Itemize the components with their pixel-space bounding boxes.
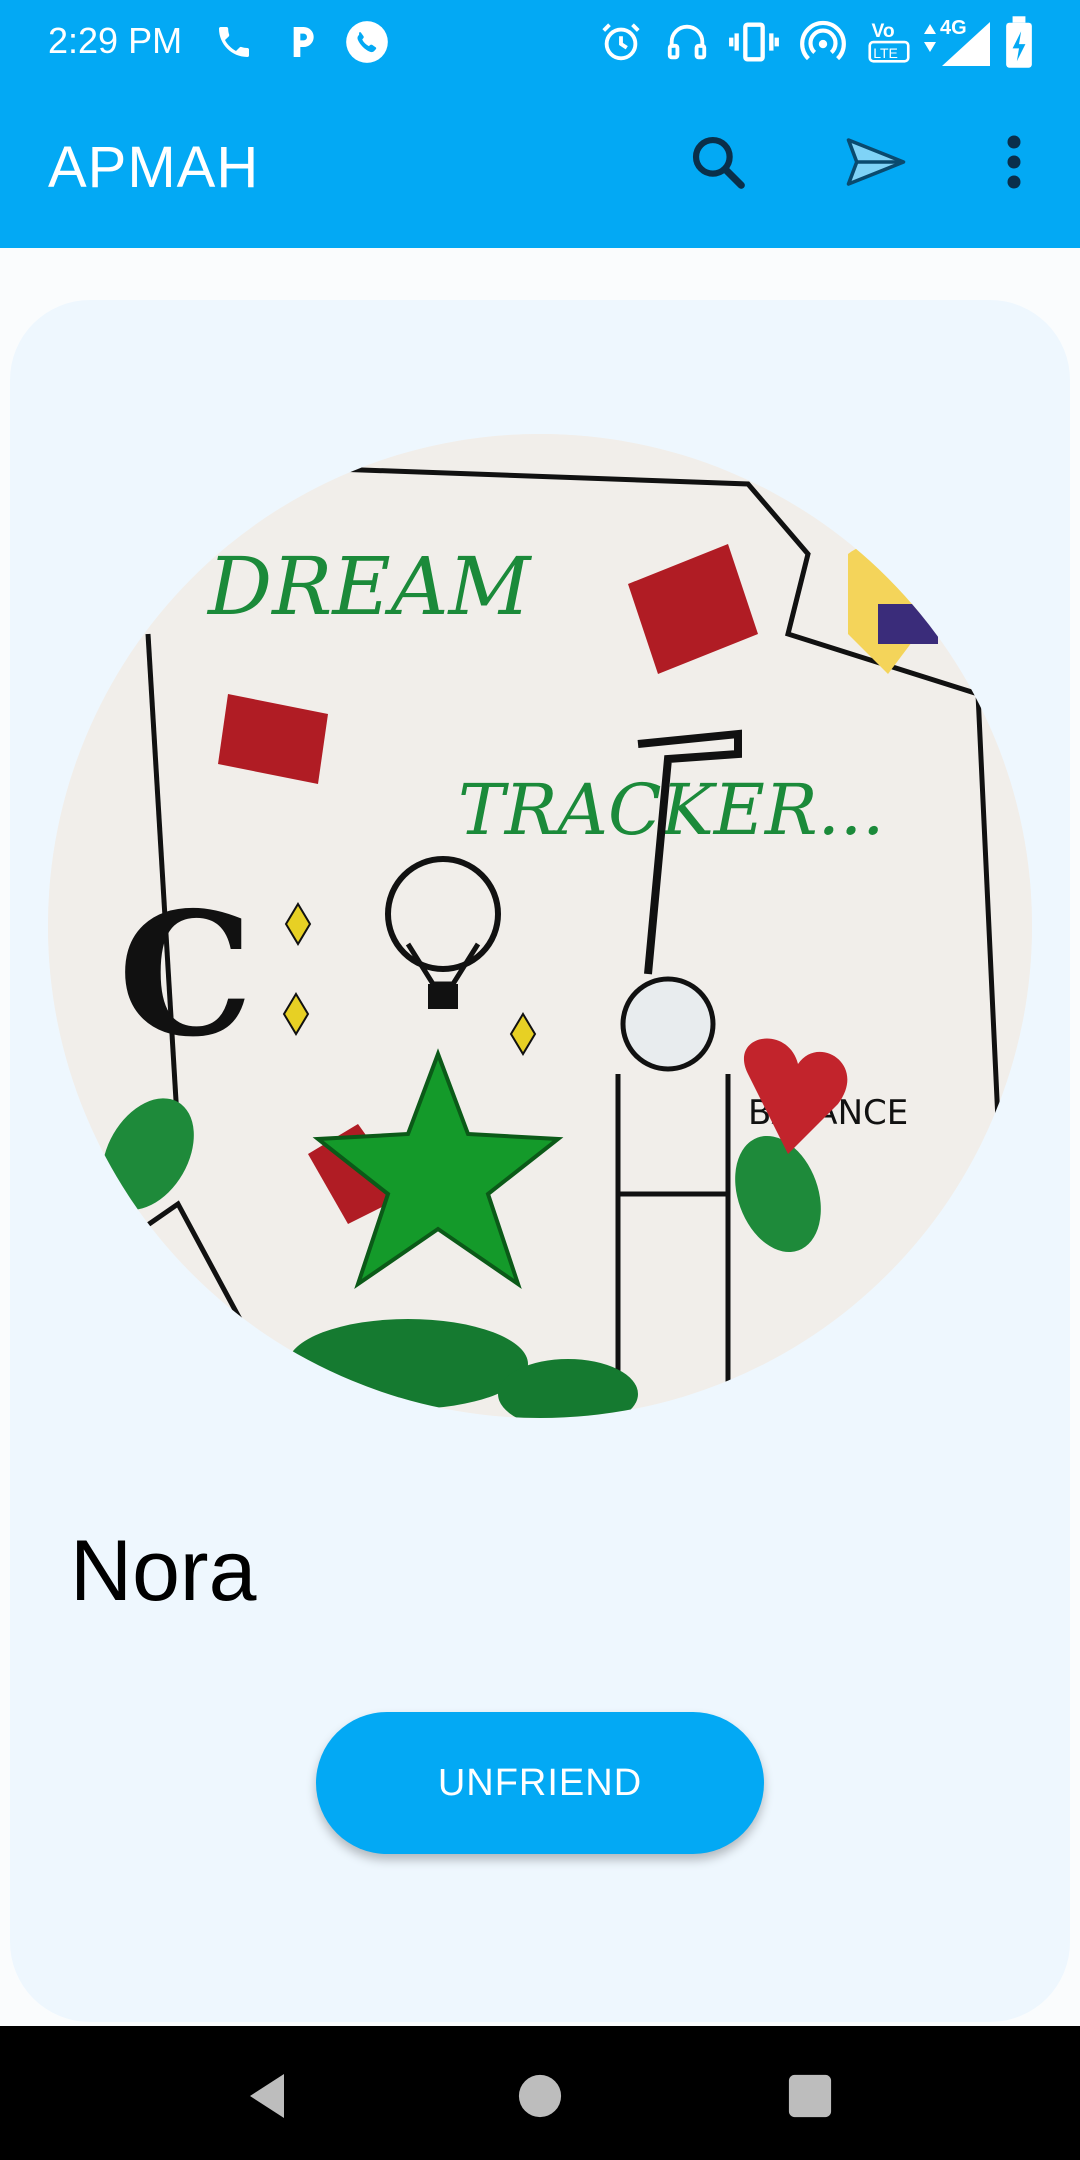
status-bar: 2:29 PM Vo LTE 4G bbox=[0, 0, 1080, 84]
status-time: 2:29 PM bbox=[48, 20, 183, 61]
svg-text:C: C bbox=[118, 875, 253, 1075]
unfriend-button[interactable]: UNFRIEND bbox=[316, 1712, 764, 1854]
alarm-icon bbox=[598, 14, 644, 75]
search-icon bbox=[687, 131, 749, 198]
svg-text:TRACKER...: TRACKER... bbox=[458, 769, 884, 851]
app-bar: APMAH bbox=[0, 84, 1080, 248]
profile-name: Nora bbox=[70, 1523, 257, 1619]
whatsapp-icon bbox=[342, 14, 392, 75]
home-icon bbox=[517, 2073, 563, 2124]
battery-icon bbox=[1004, 14, 1034, 75]
svg-text:4G: 4G bbox=[940, 17, 967, 39]
profile-avatar: DREAM TRACKER... BALANCE C bbox=[48, 434, 1032, 1418]
signal-icon: 4G bbox=[918, 14, 998, 75]
hotspot-icon bbox=[798, 14, 848, 75]
headset-icon bbox=[664, 14, 710, 75]
volte-icon: Vo LTE bbox=[868, 14, 910, 75]
back-button[interactable] bbox=[228, 2058, 308, 2138]
phone-icon bbox=[214, 14, 254, 75]
svg-text:DREAM: DREAM bbox=[206, 540, 533, 633]
svg-text:LTE: LTE bbox=[873, 45, 898, 61]
more-vert-icon bbox=[1004, 132, 1024, 197]
send-button[interactable] bbox=[836, 124, 916, 204]
vibrate-icon bbox=[728, 14, 780, 75]
home-button[interactable] bbox=[500, 2058, 580, 2138]
svg-text:Vo: Vo bbox=[872, 21, 895, 42]
recents-icon bbox=[787, 2073, 833, 2124]
recents-button[interactable] bbox=[770, 2058, 850, 2138]
more-options-button[interactable] bbox=[974, 124, 1054, 204]
app-title: APMAH bbox=[48, 135, 260, 200]
navigation-bar bbox=[0, 2026, 1080, 2160]
send-icon bbox=[843, 129, 909, 200]
back-icon bbox=[244, 2070, 292, 2127]
search-button[interactable] bbox=[678, 124, 758, 204]
parking-icon bbox=[282, 14, 322, 75]
